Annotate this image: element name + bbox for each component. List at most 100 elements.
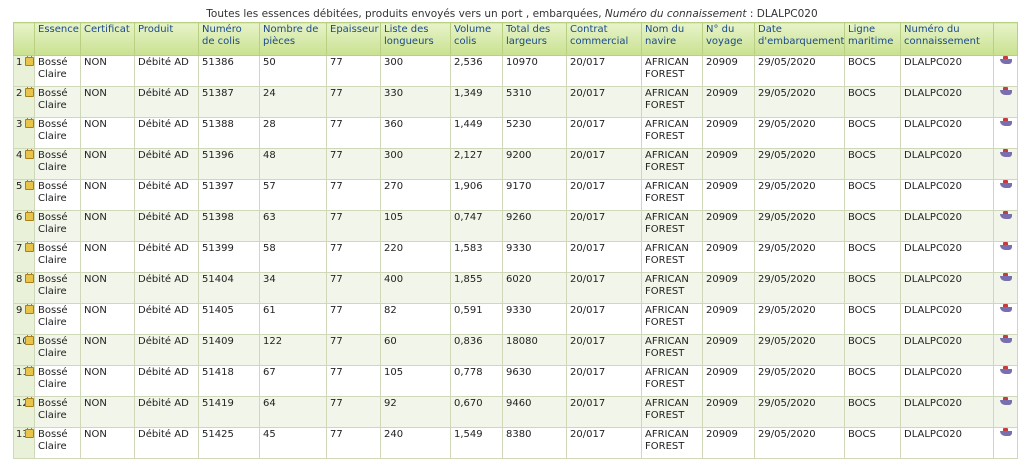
table-row[interactable]: 6 Bossé Claire NON Débité AD 51398 63 77 105 0,7… — [13, 210, 1018, 242]
ship-icon[interactable] — [999, 149, 1012, 157]
cell-produit: Débité AD — [134, 396, 199, 428]
cell-volume: 1,349 — [450, 86, 503, 118]
lock-icon — [25, 335, 34, 345]
row-number: 12 — [13, 396, 35, 428]
row-number: 9 — [13, 303, 35, 335]
cell-date: 29/05/2020 — [754, 241, 845, 273]
cell-longueurs: 300 — [380, 148, 451, 180]
cell-navire: AFRICAN FOREST — [641, 427, 703, 459]
cell-contrat: 20/017 — [566, 117, 642, 149]
shipments-table: Essence Certificat Produit Numéro de colis N… — [13, 22, 1018, 459]
ship-icon[interactable] — [999, 211, 1012, 219]
cell-navire: AFRICAN FOREST — [641, 365, 703, 397]
ship-icon[interactable] — [999, 180, 1012, 188]
header-rownum — [13, 22, 35, 56]
column-header-longueurs[interactable]: Liste des longueurs — [380, 22, 451, 56]
row-action-cell — [993, 427, 1018, 459]
cell-contrat: 20/017 — [566, 272, 642, 304]
cell-navire: AFRICAN FOREST — [641, 396, 703, 428]
column-header-epaisseur[interactable]: Epaisseur — [326, 22, 381, 56]
cell-nombre-pieces: 58 — [259, 241, 327, 273]
column-header-numero-colis[interactable]: Numéro de colis — [198, 22, 260, 56]
ship-icon[interactable] — [999, 87, 1012, 95]
cell-date: 29/05/2020 — [754, 210, 845, 242]
ship-icon[interactable] — [999, 56, 1012, 64]
column-header-ligne[interactable]: Ligne maritime — [844, 22, 901, 56]
row-action-cell — [993, 117, 1018, 149]
cell-epaisseur: 77 — [326, 334, 381, 366]
ship-icon[interactable] — [999, 242, 1012, 250]
table-body: 1 Bossé Claire NON Débité AD 51386 50 77 300 2,5… — [13, 55, 1018, 459]
cell-longueurs: 105 — [380, 210, 451, 242]
row-action-cell — [993, 179, 1018, 211]
column-header-contrat[interactable]: Contrat commercial — [566, 22, 642, 56]
cell-volume: 1,549 — [450, 427, 503, 459]
ship-icon[interactable] — [999, 397, 1012, 405]
cell-ligne: BOCS — [844, 86, 901, 118]
ship-icon[interactable] — [999, 304, 1012, 312]
table-row[interactable]: 7 Bossé Claire NON Débité AD 51399 58 77 220 1,5… — [13, 241, 1018, 273]
cell-ligne: BOCS — [844, 117, 901, 149]
column-header-date[interactable]: Date d'embarquement — [754, 22, 845, 56]
cell-volume: 0,747 — [450, 210, 503, 242]
row-number-label: 7 — [16, 243, 23, 254]
column-header-nombre-pieces[interactable]: Nombre de pièces — [259, 22, 327, 56]
column-header-voyage[interactable]: N° du voyage — [702, 22, 755, 56]
column-header-certificat[interactable]: Certificat — [80, 22, 135, 56]
cell-certificat: NON — [80, 241, 135, 273]
table-row[interactable]: 3 Bossé Claire NON Débité AD 51388 28 77 360 1,4… — [13, 117, 1018, 149]
cell-voyage: 20909 — [702, 427, 755, 459]
cell-nombre-pieces: 48 — [259, 148, 327, 180]
cell-voyage: 20909 — [702, 241, 755, 273]
column-header-produit[interactable]: Produit — [134, 22, 199, 56]
table-row[interactable]: 2 Bossé Claire NON Débité AD 51387 24 77 330 1,3… — [13, 86, 1018, 118]
table-row[interactable]: 10 Bossé Claire NON Débité AD 51409 122 77 60 0,… — [13, 334, 1018, 366]
ship-icon[interactable] — [999, 366, 1012, 374]
cell-date: 29/05/2020 — [754, 365, 845, 397]
table-row[interactable]: 9 Bossé Claire NON Débité AD 51405 61 77 82 0,59… — [13, 303, 1018, 335]
ship-icon[interactable] — [999, 335, 1012, 343]
cell-voyage: 20909 — [702, 365, 755, 397]
cell-contrat: 20/017 — [566, 303, 642, 335]
column-header-connaissement[interactable]: Numéro du connaissement — [900, 22, 994, 56]
column-header-essence[interactable]: Essence — [34, 22, 81, 56]
table-row[interactable]: 5 Bossé Claire NON Débité AD 51397 57 77 270 1,9… — [13, 179, 1018, 211]
cell-numero-colis: 51405 — [198, 303, 260, 335]
cell-voyage: 20909 — [702, 396, 755, 428]
table-row[interactable]: 13 Bossé Claire NON Débité AD 51425 45 77 240 1,… — [13, 427, 1018, 459]
cell-nombre-pieces: 61 — [259, 303, 327, 335]
cell-numero-colis: 51398 — [198, 210, 260, 242]
cell-navire: AFRICAN FOREST — [641, 210, 703, 242]
cell-nombre-pieces: 24 — [259, 86, 327, 118]
cell-certificat: NON — [80, 55, 135, 87]
lock-icon — [25, 149, 34, 159]
column-header-navire[interactable]: Nom du navire — [641, 22, 703, 56]
cell-voyage: 20909 — [702, 86, 755, 118]
cell-produit: Débité AD — [134, 303, 199, 335]
table-row[interactable]: 12 Bossé Claire NON Débité AD 51419 64 77 92 0,6… — [13, 396, 1018, 428]
row-number-label: 6 — [16, 212, 23, 223]
cell-connaissement: DLALPC020 — [900, 148, 994, 180]
column-header-largeurs[interactable]: Total des largeurs — [502, 22, 567, 56]
row-number: 1 — [13, 55, 35, 87]
row-number-label: 2 — [16, 88, 23, 99]
cell-certificat: NON — [80, 396, 135, 428]
table-row[interactable]: 8 Bossé Claire NON Débité AD 51404 34 77 400 1,8… — [13, 272, 1018, 304]
cell-essence: Bossé Claire — [34, 55, 81, 87]
cell-epaisseur: 77 — [326, 365, 381, 397]
cell-connaissement: DLALPC020 — [900, 179, 994, 211]
table-row[interactable]: 1 Bossé Claire NON Débité AD 51386 50 77 300 2,5… — [13, 55, 1018, 87]
cell-essence: Bossé Claire — [34, 86, 81, 118]
cell-ligne: BOCS — [844, 179, 901, 211]
cell-nombre-pieces: 63 — [259, 210, 327, 242]
table-row[interactable]: 11 Bossé Claire NON Débité AD 51418 67 77 105 0,… — [13, 365, 1018, 397]
column-header-volume[interactable]: Volume colis — [450, 22, 503, 56]
cell-essence: Bossé Claire — [34, 365, 81, 397]
ship-icon[interactable] — [999, 273, 1012, 281]
ship-icon[interactable] — [999, 428, 1012, 436]
cell-longueurs: 330 — [380, 86, 451, 118]
ship-icon[interactable] — [999, 118, 1012, 126]
table-row[interactable]: 4 Bossé Claire NON Débité AD 51396 48 77 300 2,1… — [13, 148, 1018, 180]
cell-largeurs: 10970 — [502, 55, 567, 87]
cell-ligne: BOCS — [844, 241, 901, 273]
